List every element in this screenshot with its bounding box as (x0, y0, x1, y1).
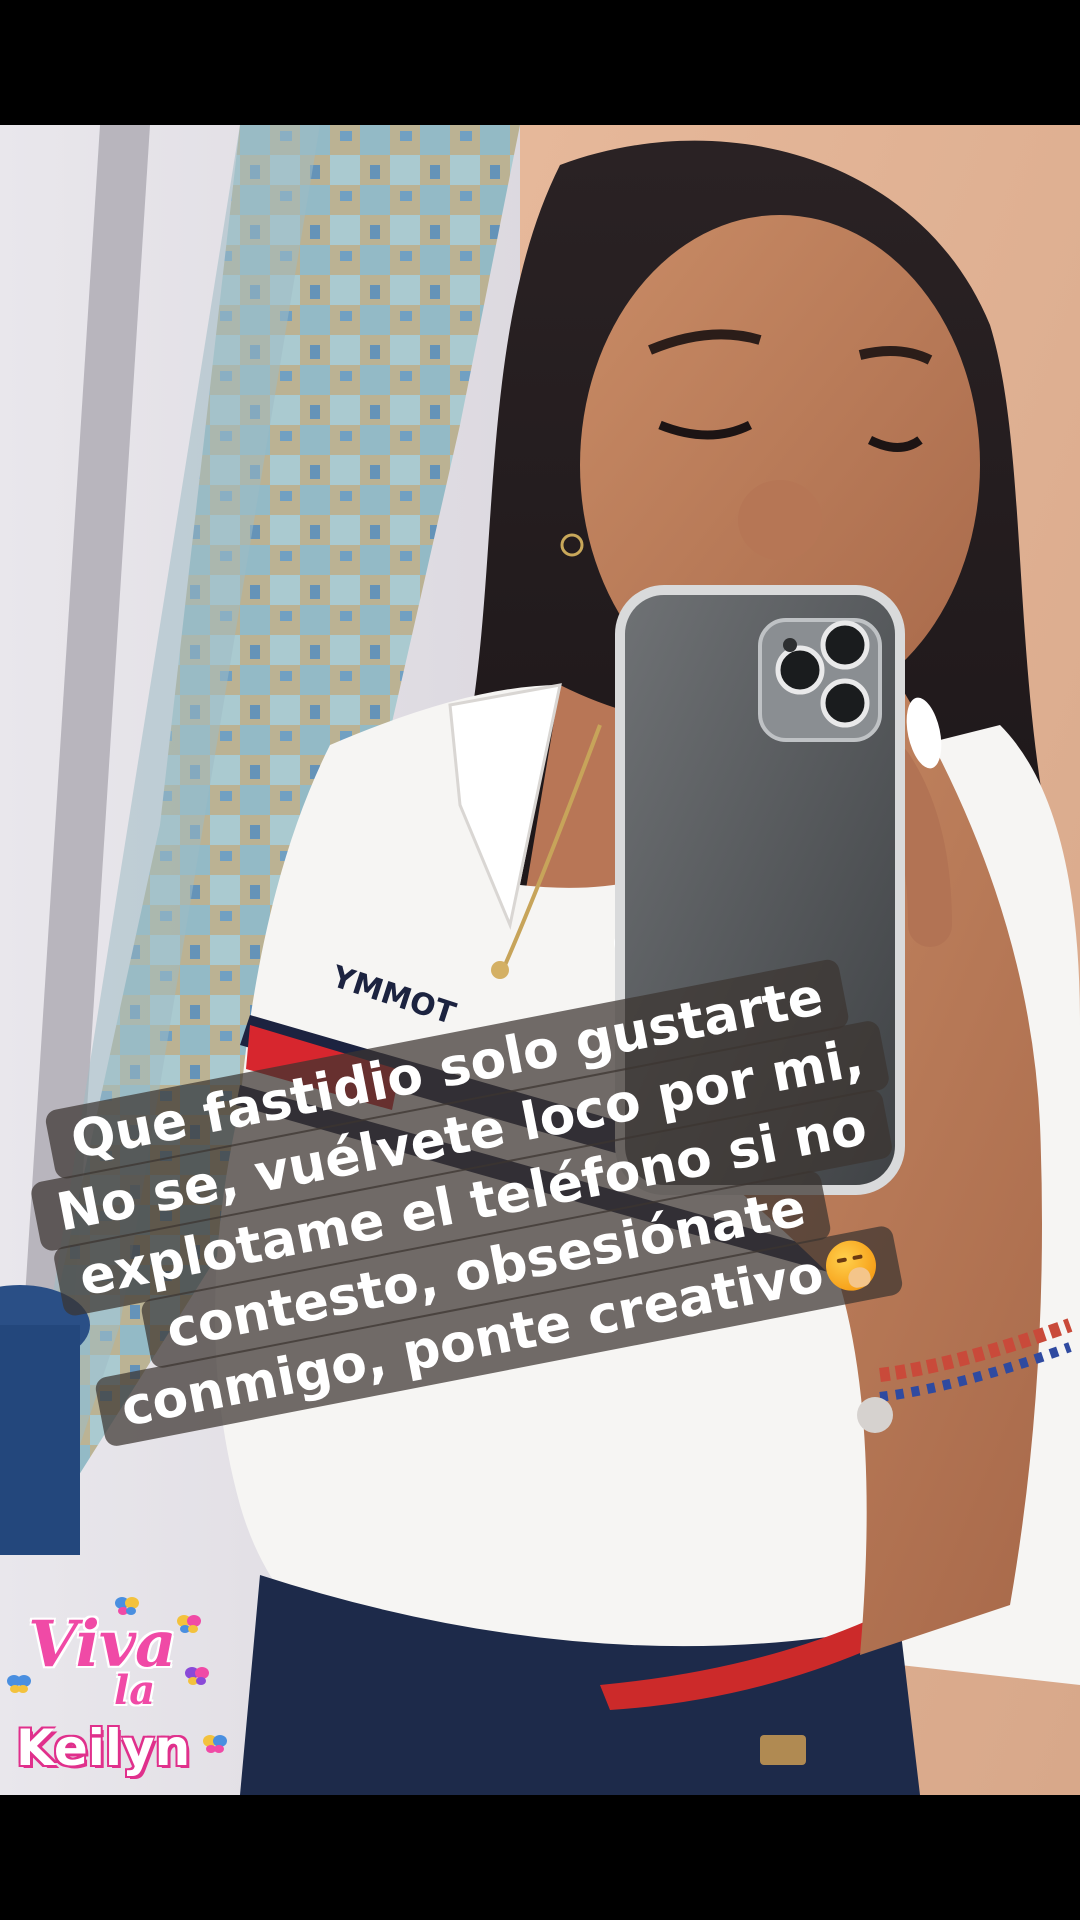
sticker-name-text: Keilyn (16, 1719, 191, 1777)
top-letterbox (0, 0, 1080, 125)
sticker-la-text: la (114, 1667, 156, 1714)
viva-la-keilyn-sticker[interactable]: Viva la Keilyn (6, 1595, 246, 1795)
face-with-hand-over-mouth-icon (821, 1236, 881, 1296)
bottom-letterbox (0, 1795, 1080, 1920)
butterfly-icon (185, 1667, 209, 1685)
butterfly-icon (177, 1615, 201, 1633)
butterfly-icon (203, 1735, 227, 1753)
